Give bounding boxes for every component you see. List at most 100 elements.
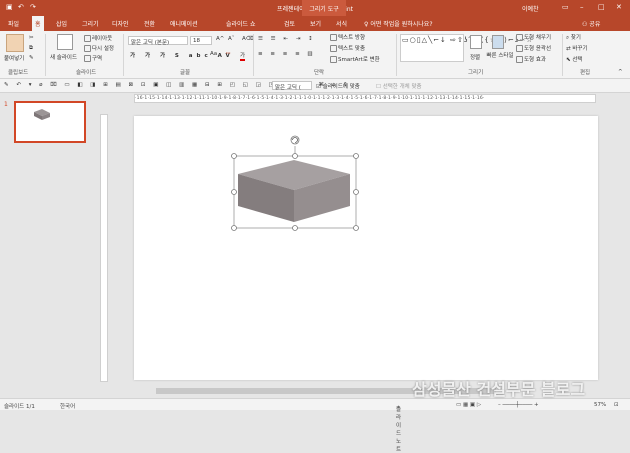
collapse-ribbon-icon[interactable]: ^: [618, 69, 623, 75]
clear-format-icon[interactable]: A⌫: [242, 36, 254, 42]
pen-icon: [516, 45, 523, 52]
group-clipboard-label: 클립보드: [8, 70, 29, 76]
resize-handle[interactable]: [353, 189, 359, 195]
replace-button[interactable]: ⇄ 바꾸기: [566, 44, 588, 52]
resize-handle[interactable]: [292, 153, 298, 159]
group-separator: [123, 34, 124, 76]
paint-bucket-icon: [516, 34, 523, 41]
format-painter-icon[interactable]: ✎: [29, 55, 34, 61]
text-direction-button[interactable]: 텍스트 방향: [330, 33, 365, 41]
checkbox-icon: ☐: [376, 84, 383, 90]
language-status[interactable]: 한국어: [60, 402, 75, 410]
font-style-icons[interactable]: 가 가 가 S abc AV: [130, 51, 234, 59]
ribbon-tabs: 파일 홈 삽입 그리기 디자인 전환 애니메이션 슬라이드 쇼 검토 보기 서식…: [0, 16, 630, 31]
resize-handle[interactable]: [353, 225, 359, 231]
new-slide-button[interactable]: 새 슬라이드: [50, 53, 77, 61]
shape-outline-label: 도형 윤곽선: [524, 46, 552, 52]
font-case-icon[interactable]: Aa: [210, 51, 217, 57]
share-label: 공유: [589, 21, 601, 28]
slide-canvas[interactable]: [134, 116, 598, 380]
tab-format-label[interactable]: 서식: [336, 19, 347, 28]
user-name[interactable]: 이예찬: [522, 4, 539, 13]
reset-icon: [84, 45, 91, 52]
highlight-icon[interactable]: ✏: [226, 51, 231, 57]
replace-label: 바꾸기: [572, 46, 588, 52]
tab-view[interactable]: 보기: [310, 19, 321, 28]
copy-icon[interactable]: ⧉: [29, 45, 33, 52]
align-icons[interactable]: ≡ ≡ ≡ ≡ ▥: [258, 51, 316, 57]
shapes-gallery[interactable]: ▭○▯△╲⌐↓ ⇨⇧ʖ⌒〈{☆ ⟨⟩⌐ʖ∽☆: [400, 34, 532, 62]
find-button[interactable]: ⌕ 찾기: [566, 33, 581, 42]
share-button[interactable]: ⚇ 공유: [582, 19, 600, 28]
tab-design[interactable]: 디자인: [112, 19, 129, 28]
shape-effects-button[interactable]: 도형 효과: [516, 55, 546, 63]
font-color-icon[interactable]: 가: [240, 51, 246, 61]
view-buttons[interactable]: ▭ ▦ ▣ ▷: [456, 402, 481, 408]
paste-icon[interactable]: [6, 34, 24, 52]
ribbon-display-icon[interactable]: ▭: [562, 3, 569, 11]
slides-pane: 1: [0, 93, 96, 398]
resize-handle[interactable]: [292, 225, 298, 231]
fit-to-slide-button[interactable]: ☑ 슬라이드에 맞춤: [316, 82, 360, 90]
resize-handle[interactable]: [231, 153, 237, 159]
smartart-button[interactable]: SmartArt로 변환: [330, 55, 380, 63]
tab-review[interactable]: 검토: [284, 19, 295, 28]
group-separator: [253, 34, 254, 76]
select-button[interactable]: ⬉ 선택: [566, 55, 582, 63]
group-paragraph-label: 단락: [314, 70, 325, 76]
text-direction-label: 텍스트 방향: [338, 35, 366, 41]
resize-handle[interactable]: [231, 189, 237, 195]
paste-button[interactable]: 붙여넣기: [4, 54, 24, 62]
find-label: 찾기: [570, 35, 581, 41]
box-shape[interactable]: [238, 160, 350, 222]
layout-label: 레이아웃: [92, 36, 113, 42]
resize-handle[interactable]: [353, 153, 359, 159]
align-text-icon: [330, 45, 337, 52]
smartart-label: SmartArt로 변환: [338, 57, 380, 63]
tab-animations[interactable]: 애니메이션: [170, 19, 198, 28]
arrange-icon[interactable]: [470, 35, 482, 49]
font-name-combo[interactable]: 맑은 고딕 (본문): [128, 36, 188, 46]
tab-file[interactable]: 파일: [8, 19, 19, 28]
resize-handle[interactable]: [231, 225, 237, 231]
tab-home[interactable]: 홈: [32, 16, 44, 31]
ribbon: 붙여넣기 ✂ ⧉ ✎ 클립보드 새 슬라이드 레이아웃 다시 설정 구역 슬라이…: [0, 31, 630, 79]
tab-insert[interactable]: 삽입: [56, 19, 67, 28]
select-objects-button[interactable]: ☐ 선택한 개체 맞춤: [376, 82, 422, 90]
font-size-combo[interactable]: 18: [190, 36, 212, 45]
align-text-button[interactable]: 텍스트 맞춤: [330, 44, 365, 52]
close-icon[interactable]: ✕: [616, 3, 622, 11]
group-font-label: 글꼴: [180, 70, 191, 76]
cut-icon[interactable]: ✂: [29, 35, 34, 41]
grow-font-icon[interactable]: A^: [216, 36, 224, 42]
shape-outline-button[interactable]: 도형 윤곽선: [516, 44, 551, 52]
slide-thumbnail[interactable]: [14, 101, 86, 143]
vertical-scrollbar[interactable]: [620, 93, 630, 386]
quick-styles-icon[interactable]: [492, 35, 504, 49]
quick-styles-button[interactable]: 빠른 스타일: [486, 53, 514, 59]
section-button[interactable]: 구역: [84, 54, 102, 62]
new-slide-icon[interactable]: [57, 34, 73, 50]
zoom-level[interactable]: 57%: [594, 402, 606, 408]
maximize-icon[interactable]: □: [598, 3, 605, 11]
zoom-slider[interactable]: – ────┼──── +: [498, 402, 539, 408]
fit-slide-icon[interactable]: ⊡: [614, 402, 619, 408]
reset-label: 다시 설정: [92, 46, 114, 52]
rotate-handle-icon[interactable]: [290, 135, 300, 145]
layout-icon: [84, 35, 91, 42]
slide-number: 1: [4, 101, 8, 108]
arrange-button[interactable]: 정렬: [470, 53, 480, 61]
reset-button[interactable]: 다시 설정: [84, 44, 114, 52]
list-icons[interactable]: ☰ ☰ ⇤ ⇥ ↕: [258, 36, 316, 42]
layout-button[interactable]: 레이아웃: [84, 34, 112, 42]
minimize-icon[interactable]: –: [580, 3, 584, 11]
shape-fill-button[interactable]: 도형 채우기: [516, 33, 551, 41]
tab-transitions[interactable]: 전환: [144, 19, 155, 28]
section-icon: [84, 55, 91, 62]
tell-me-box[interactable]: ♀ 어떤 작업을 원하시나요?: [364, 19, 433, 28]
tab-draw[interactable]: 그리기: [82, 19, 99, 28]
mini-font-combo[interactable]: 맑은 고딕 (: [272, 81, 312, 91]
tab-slideshow[interactable]: 슬라이드 쇼: [226, 19, 256, 28]
smartart-icon: [330, 56, 337, 63]
shrink-font-icon[interactable]: Aˇ: [228, 36, 235, 42]
